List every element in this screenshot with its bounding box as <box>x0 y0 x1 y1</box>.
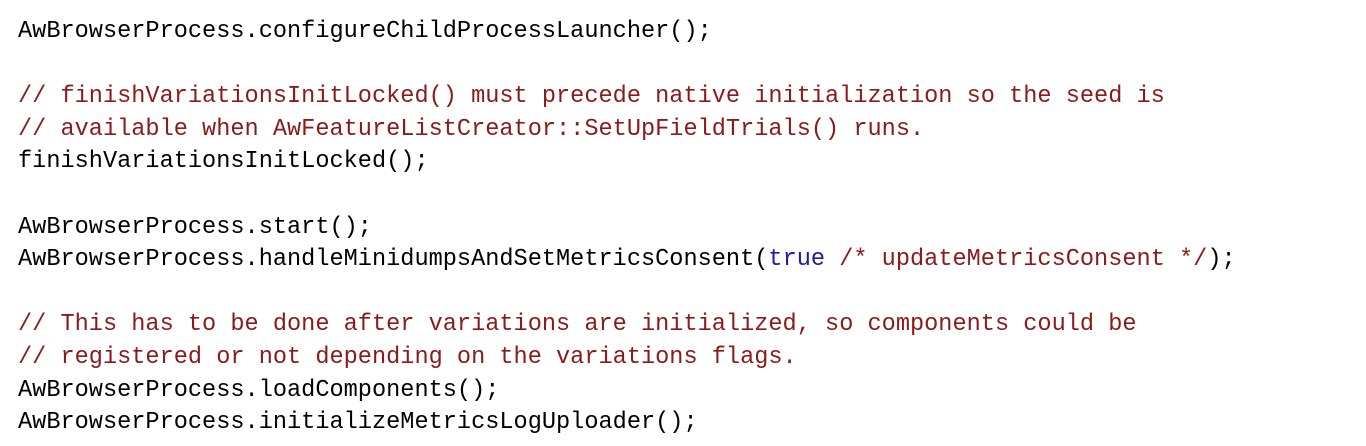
code-statement: finishVariationsInitLocked(); <box>18 148 429 176</box>
code-line: // finishVariationsInitLocked() must pre… <box>18 81 1236 114</box>
code-line: finishVariationsInitLocked(); <box>18 146 1236 179</box>
code-comment: // This has to be done after variations … <box>18 311 1137 339</box>
code-line: AwBrowserProcess.start(); <box>18 212 1236 245</box>
code-line: AwBrowserProcess.configureChildProcessLa… <box>18 16 1236 49</box>
code-block: AwBrowserProcess.configureChildProcessLa… <box>18 16 1236 440</box>
code-statement: AwBrowserProcess.configureChildProcessLa… <box>18 18 712 45</box>
code-statement: AwBrowserProcess.loadComponents(); <box>18 376 500 404</box>
code-inline-comment: /* updateMetricsConsent */ <box>825 246 1208 274</box>
code-line: AwBrowserProcess.handleMinidumpsAndSetMe… <box>18 244 1236 277</box>
code-line: // registered or not depending on the va… <box>18 342 1236 375</box>
code-comment: // registered or not depending on the va… <box>18 343 797 371</box>
code-statement: AwBrowserProcess.start(); <box>18 213 372 241</box>
code-line: AwBrowserProcess.loadComponents(); <box>18 375 1236 408</box>
code-statement: AwBrowserProcess.initializeMetricsLogUpl… <box>18 409 698 437</box>
code-statement-suffix: ); <box>1207 246 1236 274</box>
code-keyword: true <box>768 246 826 274</box>
code-line: AwBrowserProcess.initializeMetricsLogUpl… <box>18 407 1236 440</box>
code-comment: // available when AwFeatureListCreator::… <box>18 115 925 143</box>
code-comment: // finishVariationsInitLocked() must pre… <box>18 83 1165 111</box>
code-line: // available when AwFeatureListCreator::… <box>18 114 1236 147</box>
code-statement-prefix: AwBrowserProcess.handleMinidumpsAndSetMe… <box>18 246 769 274</box>
code-line: // This has to be done after variations … <box>18 309 1236 342</box>
